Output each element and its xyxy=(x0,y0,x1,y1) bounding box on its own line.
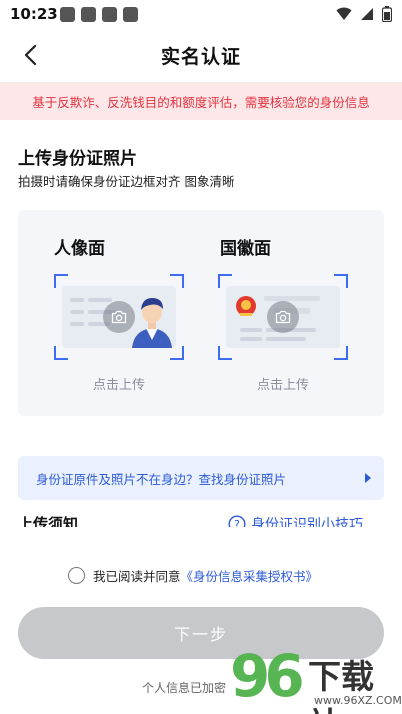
status-time: 10:23 xyxy=(10,5,58,23)
portrait-side-label: 人像面 xyxy=(54,239,105,259)
notification-icon xyxy=(123,6,138,22)
upload-panel: 人像面 点击上传 国徽面 点击上传 xyxy=(18,210,384,416)
portrait-upload-label[interactable]: 点击上传 xyxy=(54,374,184,393)
status-indicators xyxy=(336,6,392,22)
back-button[interactable] xyxy=(14,39,46,71)
upload-section-subtitle: 拍摄时请确保身份证边框对齐 图象清晰 xyxy=(18,174,235,189)
battery-icon xyxy=(382,6,392,22)
wifi-icon xyxy=(336,7,352,20)
id-recognition-tips-link[interactable]: ? 身份证识别小技巧 xyxy=(228,514,363,527)
camera-icon[interactable] xyxy=(103,301,135,333)
chevron-left-icon xyxy=(24,44,37,66)
next-button-label: 下一步 xyxy=(173,625,228,644)
upload-notes-label: 上传须知 xyxy=(18,515,79,527)
encryption-note: 个人信息已加密 xyxy=(142,681,227,695)
notice-text: 基于反欺诈、反洗钱目的和额度评估，需要核验您的身份信息 xyxy=(32,94,370,110)
notification-icons xyxy=(60,6,138,22)
agreement-text: 我已阅读并同意 xyxy=(93,569,181,584)
page-title: 实名认证 xyxy=(160,45,241,68)
signal-icon xyxy=(361,8,373,20)
svg-text:?: ? xyxy=(234,518,240,527)
upload-section-title: 上传身份证照片 xyxy=(18,149,137,169)
upload-notes-row: 上传须知 ? 身份证识别小技巧 xyxy=(0,511,402,527)
watermark-url: www.96XZ.COM xyxy=(314,694,402,707)
notification-icon xyxy=(60,6,75,22)
watermark-logo: 96 下载站 www.96XZ.COM xyxy=(226,642,402,714)
emblem-upload-frame[interactable] xyxy=(218,274,348,360)
notice-banner: 基于反欺诈、反洗钱目的和额度评估，需要核验您的身份信息 xyxy=(0,82,402,120)
tips-link-text: 身份证识别小技巧 xyxy=(251,517,363,527)
tip-text: 身份证原件及照片不在身边？查找身份证照片 xyxy=(36,471,287,487)
status-bar: 10:23 xyxy=(0,0,402,28)
notification-icon xyxy=(81,6,96,22)
watermark-digits: 96 xyxy=(230,642,305,710)
portrait-upload-frame[interactable] xyxy=(54,274,184,360)
camera-icon[interactable] xyxy=(267,301,299,333)
emblem-upload-label[interactable]: 点击上传 xyxy=(218,374,348,393)
agreement-checkbox[interactable] xyxy=(68,567,85,584)
agreement-row[interactable]: 我已阅读并同意 《身份信息采集授权书》 xyxy=(68,566,318,585)
emblem-side-label: 国徽面 xyxy=(220,239,271,259)
authorization-doc-link[interactable]: 《身份信息采集授权书》 xyxy=(181,566,319,585)
help-icon: ? xyxy=(228,515,246,527)
find-id-photo-link[interactable]: 身份证原件及照片不在身边？查找身份证照片 xyxy=(18,456,384,500)
nav-bar: 实名认证 xyxy=(0,28,402,82)
notification-icon xyxy=(102,6,117,22)
caret-right-icon xyxy=(365,473,371,483)
